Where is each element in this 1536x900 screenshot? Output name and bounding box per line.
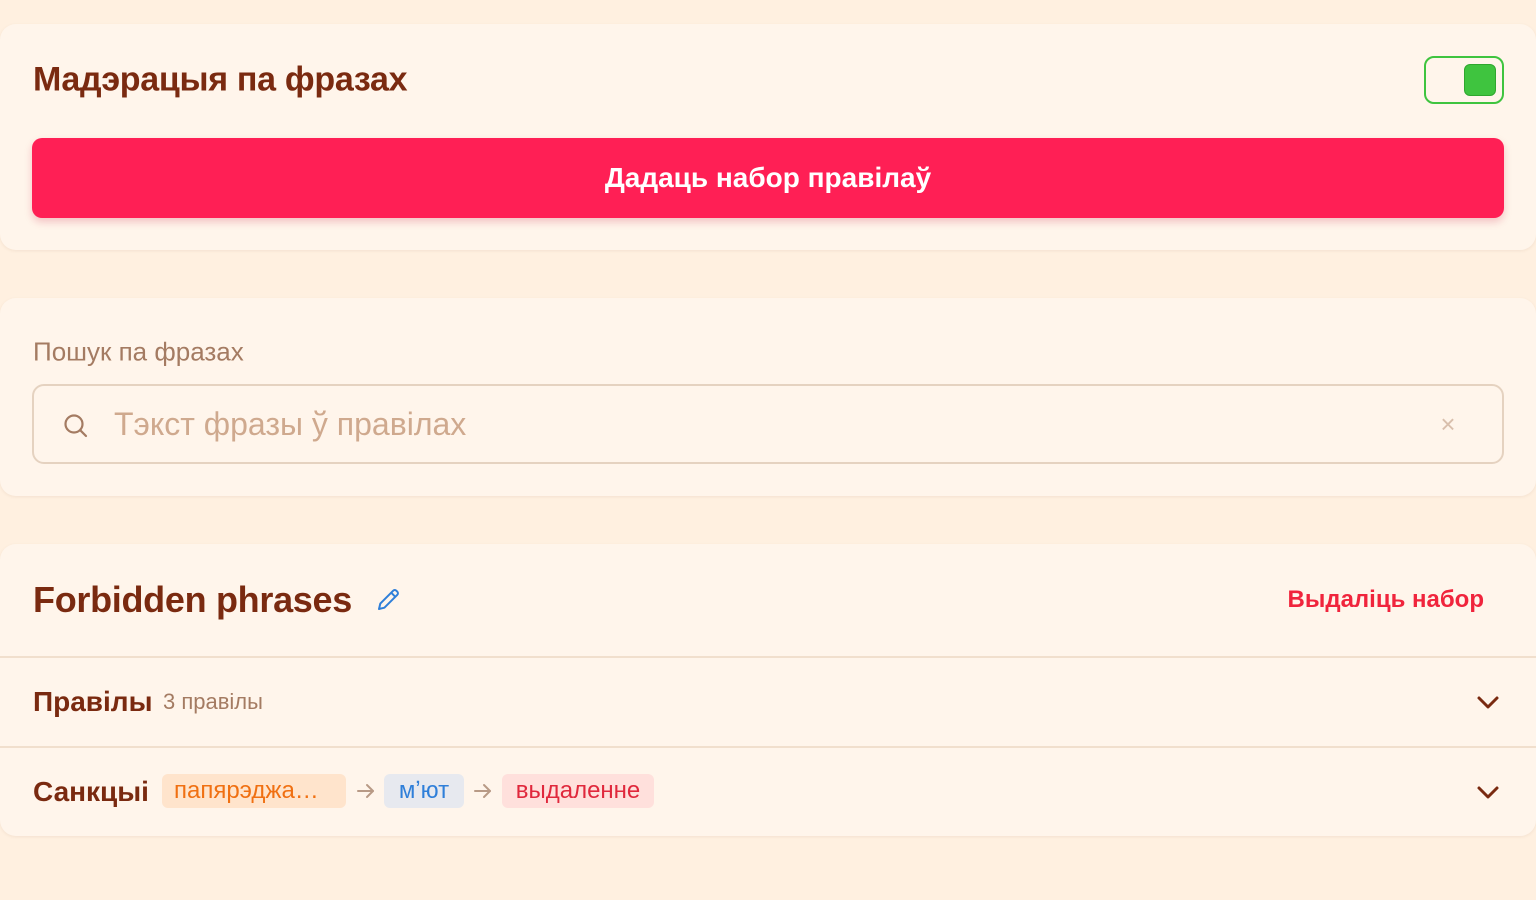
rules-label: Правілы (33, 686, 153, 717)
divider (0, 656, 1536, 658)
ruleset-title: Forbidden phrases (33, 579, 352, 620)
arrow-right-icon (474, 784, 491, 798)
search-box[interactable]: × (32, 384, 1504, 464)
sanction-mute-chip: мʼют (384, 774, 464, 808)
moderation-card: Мадэрацыя па фразах Дадаць набор правіла… (0, 24, 1536, 250)
search-input[interactable] (114, 398, 1414, 450)
divider (0, 746, 1536, 748)
page-title: Мадэрацыя па фразах (33, 60, 408, 99)
sanction-delete-chip: выдаленне (502, 774, 654, 808)
arrow-right-icon (357, 784, 374, 798)
sanctions-label: Санкцыі (33, 776, 149, 807)
toggle-knob (1464, 64, 1496, 96)
search-card: Пошук па фразах × (0, 298, 1536, 496)
chevron-down-icon[interactable] (1472, 776, 1504, 808)
sanction-warning-chip: папярэджа… (162, 774, 346, 808)
rules-count: 3 правілы (163, 689, 263, 714)
clear-icon[interactable]: × (1432, 408, 1464, 440)
add-ruleset-button[interactable]: Дадаць набор правілаў (32, 138, 1504, 218)
moderation-toggle[interactable] (1424, 56, 1504, 104)
pencil-icon[interactable] (372, 584, 404, 616)
chevron-down-icon[interactable] (1472, 686, 1504, 718)
search-label: Пошук па фразах (33, 336, 244, 367)
ruleset-card: Forbidden phrases Выдаліць набор Правілы… (0, 544, 1536, 836)
search-icon (64, 414, 88, 438)
delete-ruleset-link[interactable]: Выдаліць набор (1288, 586, 1485, 614)
